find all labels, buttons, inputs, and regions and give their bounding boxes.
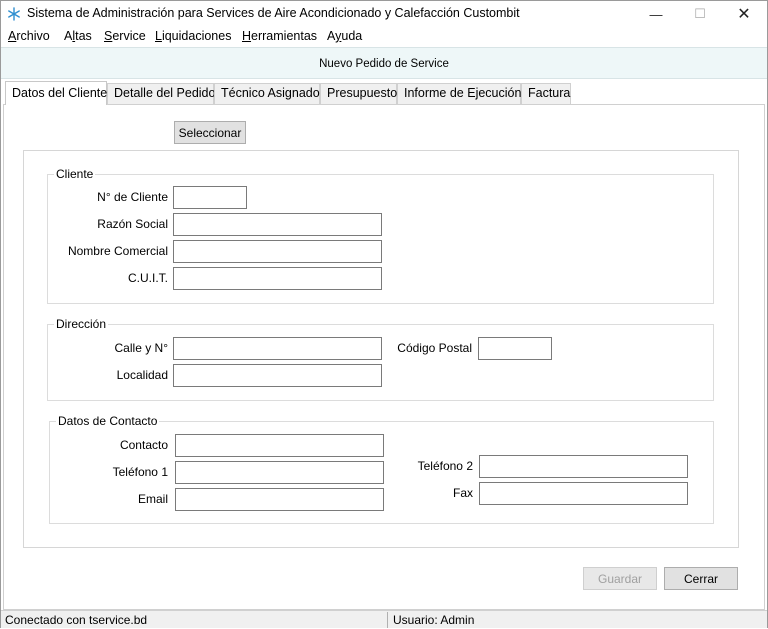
save-button[interactable]: Guardar bbox=[583, 567, 657, 590]
menu-archivo[interactable]: Archivo bbox=[8, 29, 50, 43]
menu-service[interactable]: Service bbox=[104, 29, 146, 43]
menu-herramientas[interactable]: Herramientas bbox=[242, 29, 317, 43]
select-client-button[interactable]: Seleccionar bbox=[174, 121, 246, 144]
tab-detalle-pedido[interactable]: Detalle del Pedido bbox=[107, 83, 215, 104]
tab-datos-cliente[interactable]: Datos del Cliente bbox=[5, 81, 107, 105]
menu-altas[interactable]: Altas bbox=[64, 29, 92, 43]
direccion-group: Dirección bbox=[47, 317, 714, 401]
minimize-button[interactable]: — bbox=[633, 1, 679, 27]
close-window-button[interactable]: ✕ bbox=[721, 1, 767, 27]
user-status: Usuario: Admin bbox=[393, 613, 475, 627]
direccion-legend: Dirección bbox=[54, 317, 109, 331]
nombre-comercial-label: Nombre Comercial bbox=[67, 244, 168, 258]
telefono2-input[interactable] bbox=[479, 455, 688, 478]
razon-social-label: Razón Social bbox=[97, 217, 168, 231]
codigo-postal-label: Código Postal bbox=[397, 341, 472, 355]
calle-label: Calle y N° bbox=[114, 341, 168, 355]
tab-informe-ejecucion[interactable]: Informe de Ejecución bbox=[397, 83, 521, 104]
maximize-button[interactable]: ☐ bbox=[677, 1, 723, 27]
numero-cliente-label: N° de Cliente bbox=[97, 190, 168, 204]
email-label: Email bbox=[137, 492, 168, 506]
status-bar: Conectado con tservice.bd Usuario: Admin bbox=[1, 610, 767, 628]
close-icon: ✕ bbox=[737, 6, 751, 23]
cliente-legend: Cliente bbox=[54, 167, 96, 181]
calle-input[interactable] bbox=[173, 337, 382, 360]
menu-bar: Archivo Altas Service Liquidaciones Herr… bbox=[1, 27, 767, 46]
tab-tecnico-asignado[interactable]: Técnico Asignado bbox=[214, 83, 320, 104]
minimize-icon: — bbox=[649, 6, 663, 22]
form-title: Nuevo Pedido de Service bbox=[1, 47, 767, 79]
maximize-icon: ☐ bbox=[694, 6, 706, 21]
app-window: Sistema de Administración para Services … bbox=[0, 0, 768, 628]
menu-ayuda[interactable]: Ayuda bbox=[327, 29, 362, 43]
close-button[interactable]: Cerrar bbox=[664, 567, 738, 590]
tab-presupuesto[interactable]: Presupuesto bbox=[320, 83, 397, 104]
window-title: Sistema de Administración para Services … bbox=[27, 6, 520, 20]
title-bar[interactable]: Sistema de Administración para Services … bbox=[1, 1, 767, 27]
codigo-postal-input[interactable] bbox=[478, 337, 552, 360]
localidad-input[interactable] bbox=[173, 364, 382, 387]
razon-social-input[interactable] bbox=[173, 213, 382, 236]
tab-strip: Datos del Cliente Detalle del Pedido Téc… bbox=[1, 81, 767, 105]
telefono1-label: Teléfono 1 bbox=[112, 465, 168, 479]
nombre-comercial-input[interactable] bbox=[173, 240, 382, 263]
snowflake-icon bbox=[8, 7, 20, 21]
fax-label: Fax bbox=[452, 486, 473, 500]
contacto-label: Contacto bbox=[119, 438, 168, 452]
cuit-input[interactable] bbox=[173, 267, 382, 290]
email-input[interactable] bbox=[175, 488, 384, 511]
localidad-label: Localidad bbox=[116, 368, 168, 382]
connection-status: Conectado con tservice.bd bbox=[5, 613, 148, 627]
menu-liquidaciones[interactable]: Liquidaciones bbox=[155, 29, 231, 43]
status-separator bbox=[387, 612, 388, 628]
contacto-input[interactable] bbox=[175, 434, 384, 457]
numero-cliente-input[interactable] bbox=[173, 186, 247, 209]
telefono2-label: Teléfono 2 bbox=[417, 459, 473, 473]
contacto-legend: Datos de Contacto bbox=[56, 414, 160, 428]
telefono1-input[interactable] bbox=[175, 461, 384, 484]
tab-factura[interactable]: Factura bbox=[521, 83, 571, 104]
fax-input[interactable] bbox=[479, 482, 688, 505]
cuit-label: C.U.I.T. bbox=[127, 271, 168, 285]
